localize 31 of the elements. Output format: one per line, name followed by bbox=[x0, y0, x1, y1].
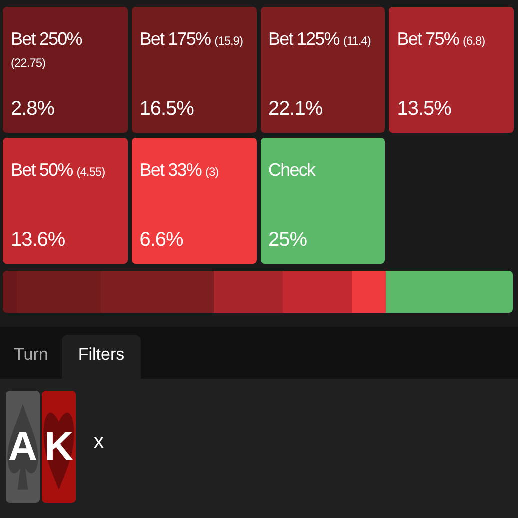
action-label: Check bbox=[268, 160, 316, 181]
action-size: (15.9) bbox=[214, 34, 243, 48]
action-tile[interactable]: Bet 33% (3) 6.6% bbox=[132, 138, 256, 264]
action-frequency: 22.1% bbox=[268, 98, 324, 121]
action-frequency: 16.5% bbox=[140, 98, 195, 121]
tab[interactable]: Turn bbox=[0, 335, 62, 379]
action-tile[interactable]: Bet 50% (4.55) 13.6% bbox=[3, 138, 128, 264]
action-label: Bet 50% bbox=[11, 160, 73, 181]
action-size: (6.8) bbox=[463, 34, 486, 48]
remove-button[interactable]: x bbox=[90, 431, 108, 454]
action-frequency: 13.5% bbox=[397, 98, 452, 121]
action-frequency: 25% bbox=[268, 229, 308, 252]
tab[interactable]: Filters bbox=[62, 335, 141, 379]
playing-card: A bbox=[6, 391, 40, 503]
action-frequency: 2.8% bbox=[11, 98, 56, 121]
action-label: Bet 33% bbox=[140, 160, 202, 181]
action-tile[interactable]: Bet 175% (15.9) 16.5% bbox=[132, 7, 256, 133]
action-size: (4.55) bbox=[76, 165, 106, 179]
action-frequency: 13.6% bbox=[11, 229, 66, 252]
action-size: (11.4) bbox=[343, 34, 371, 48]
action-frequency: 6.6% bbox=[140, 229, 184, 252]
action-label: Bet 125% bbox=[268, 29, 340, 50]
action-label: Bet 75% bbox=[397, 29, 459, 50]
action-size: (22.75) bbox=[11, 56, 46, 70]
action-size: (3) bbox=[206, 165, 219, 179]
action-tile[interactable]: Bet 75% (6.8) 13.5% bbox=[389, 7, 514, 133]
action-label: Bet 250% bbox=[11, 29, 82, 50]
playing-card: K bbox=[42, 391, 76, 503]
action-label: Bet 175% bbox=[140, 29, 211, 50]
action-tile[interactable]: Bet 125% (11.4) 22.1% bbox=[260, 7, 386, 133]
action-tile[interactable]: Bet 250% (22.75) 2.8% bbox=[3, 7, 128, 133]
